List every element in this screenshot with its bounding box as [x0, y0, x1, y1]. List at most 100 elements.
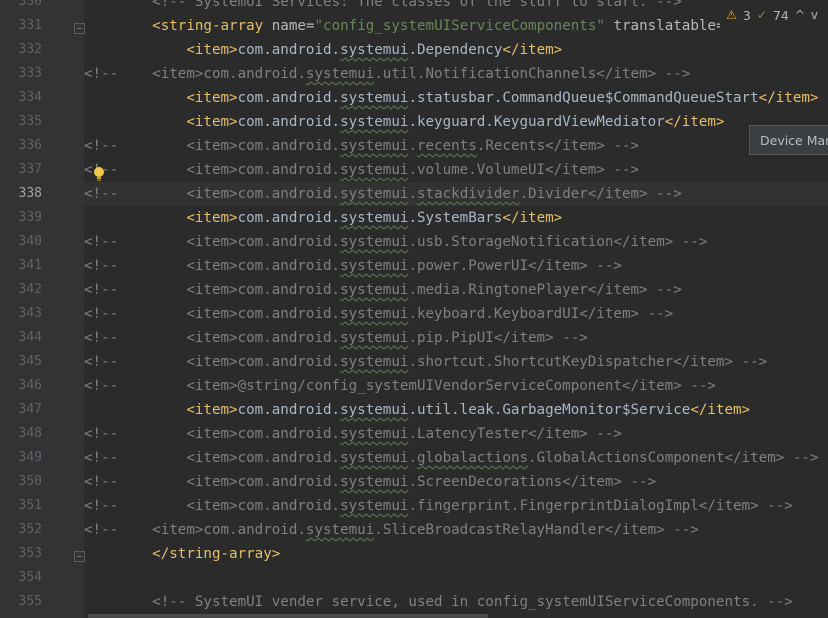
code-token: systemui — [340, 138, 409, 154]
lightbulb-icon[interactable] — [93, 166, 105, 182]
code-token: globalactions — [416, 450, 529, 466]
line-number: 351 — [18, 498, 42, 513]
code-token: systemui — [305, 522, 375, 538]
code-token: <item>com.android. — [152, 522, 306, 538]
code-token: .SystemBars — [408, 210, 503, 226]
code-line[interactable]: <item>com.android.systemui.Dependency</i… — [84, 38, 828, 62]
code-token: <item>com.android. — [186, 498, 341, 514]
code-token: <!-- SystemUI Services: The classes of t… — [152, 0, 682, 10]
code-line[interactable]: <!-- <item>com.android.systemui.recents.… — [84, 134, 828, 158]
code-line[interactable]: <!-- <item>com.android.systemui.keyboard… — [84, 302, 828, 326]
code-token: .util.NotificationChannels</item> --> — [374, 66, 691, 82]
code-line[interactable] — [84, 566, 828, 590]
line-number: 350 — [18, 474, 42, 489]
line-number: 349 — [18, 450, 42, 465]
code-token: .pip.PipUI</item> --> — [408, 330, 588, 346]
fold-toggle-icon[interactable] — [74, 551, 85, 562]
ok-count: 74 — [772, 7, 789, 23]
code-line[interactable]: <item>com.android.systemui.util.leak.Gar… — [84, 398, 828, 422]
code-line[interactable]: <!-- <item>com.android.systemui.LatencyT… — [84, 422, 828, 446]
code-line[interactable]: <!-- <item>com.android.systemui.media.Ri… — [84, 278, 828, 302]
line-number: 330 — [18, 0, 42, 9]
code-token: systemui — [340, 450, 409, 466]
code-area[interactable]: <!-- SystemUI Services: The classes of t… — [84, 0, 828, 618]
line-number: 334 — [18, 90, 42, 105]
comment-prefix: <!-- — [84, 306, 119, 322]
code-line[interactable]: <!-- <item>com.android.systemui.fingerpr… — [84, 494, 828, 518]
code-token: systemui — [340, 114, 409, 130]
code-token: <item>com.android. — [186, 282, 341, 298]
line-number: 354 — [18, 570, 42, 585]
comment-prefix: <!-- — [84, 66, 119, 82]
comment-prefix: <!-- — [84, 138, 119, 154]
code-line[interactable]: <!-- <item>@string/config_systemUIVendor… — [84, 374, 828, 398]
code-token: <item>com.android. — [186, 354, 341, 370]
code-line[interactable]: <!-- <item>com.android.systemui.globalac… — [84, 446, 828, 470]
code-line[interactable]: <!-- <item>com.android.systemui.pip.PipU… — [84, 326, 828, 350]
code-token: stackdivider — [416, 186, 520, 202]
code-token: .Recents</item> --> — [476, 138, 640, 154]
line-number-gutter[interactable]: 330 331 332 333 334 335 336 337 338 339 340 341 342 3… — [0, 0, 84, 618]
line-number: 335 — [18, 114, 42, 129]
code-token: "config_systemUIServiceComponents" — [314, 18, 605, 34]
code-token: systemui — [340, 474, 409, 490]
code-line[interactable]: <item>com.android.systemui.SystemBars</i… — [84, 206, 828, 230]
code-token: <item> — [186, 114, 238, 130]
code-token: </string-array> — [152, 546, 281, 562]
code-token: .volume.VolumeUI</item> --> — [408, 162, 640, 178]
code-token: systemui — [340, 162, 409, 178]
code-line[interactable]: <!-- <item>com.android.systemui.shortcut… — [84, 350, 828, 374]
comment-prefix: <!-- — [84, 282, 119, 298]
code-line[interactable]: <!-- SystemUI vender service, used in co… — [84, 590, 828, 614]
code-token: <item> — [186, 210, 238, 226]
code-token: recents — [416, 138, 477, 154]
code-line[interactable]: </string-array> — [84, 542, 828, 566]
code-token: com.android. — [237, 90, 341, 106]
fold-toggle-icon[interactable] — [74, 23, 85, 34]
line-number: 352 — [18, 522, 42, 537]
code-line[interactable]: <!-- <item>com.android.systemui.SliceBro… — [84, 518, 828, 542]
code-token: <item> — [186, 42, 238, 58]
line-number: 332 — [18, 42, 42, 57]
code-token: systemui — [340, 258, 409, 274]
inspection-widget[interactable]: ⚠ 3 ✓ 74 ^ v — [720, 0, 828, 30]
code-token: .shortcut.ShortcutKeyDispatcher</item> -… — [408, 354, 768, 370]
code-token: .LatencyTester</item> --> — [408, 426, 622, 442]
code-line[interactable]: <!-- <item>com.android.systemui.power.Po… — [84, 254, 828, 278]
code-token: systemui — [340, 306, 409, 322]
code-token: .usb.StorageNotification</item> --> — [408, 234, 708, 250]
code-line[interactable]: <string-array name="config_systemUIServi… — [84, 14, 828, 38]
comment-prefix: <!-- — [84, 474, 119, 490]
code-line[interactable]: <!-- <item>com.android.systemui.volume.V… — [84, 158, 828, 182]
code-line[interactable]: <item>com.android.systemui.keyguard.Keyg… — [84, 110, 828, 134]
next-highlight-arrow-icon[interactable]: v — [811, 8, 818, 22]
comment-prefix: <!-- — [84, 330, 119, 346]
code-token: translatable= — [604, 18, 725, 34]
horizontal-scrollbar[interactable] — [88, 614, 488, 618]
code-editor[interactable]: 330 331 332 333 334 335 336 337 338 339 340 341 342 3… — [0, 0, 828, 618]
code-line[interactable]: <!-- <item>com.android.systemui.ScreenDe… — [84, 470, 828, 494]
code-token: <item>com.android. — [186, 162, 341, 178]
code-line[interactable]: <!-- <item>com.android.systemui.stackdiv… — [84, 182, 828, 206]
code-token: name= — [271, 18, 315, 34]
code-token: <item>com.android. — [186, 306, 341, 322]
code-line[interactable]: <!-- SystemUI Services: The classes of t… — [84, 0, 828, 14]
code-line[interactable]: <item>com.android.systemui.statusbar.Com… — [84, 86, 828, 110]
previous-highlight-arrow-icon[interactable]: ^ — [795, 8, 805, 22]
code-token: <item> — [186, 90, 238, 106]
comment-prefix: <!-- — [84, 186, 119, 202]
code-token: <item>com.android. — [186, 234, 341, 250]
comment-prefix: <!-- — [84, 450, 119, 466]
code-line[interactable]: <!-- <item>com.android.systemui.util.Not… — [84, 62, 828, 86]
code-line[interactable]: <!-- <item>com.android.systemui.usb.Stor… — [84, 230, 828, 254]
code-token: </item> — [502, 42, 563, 58]
